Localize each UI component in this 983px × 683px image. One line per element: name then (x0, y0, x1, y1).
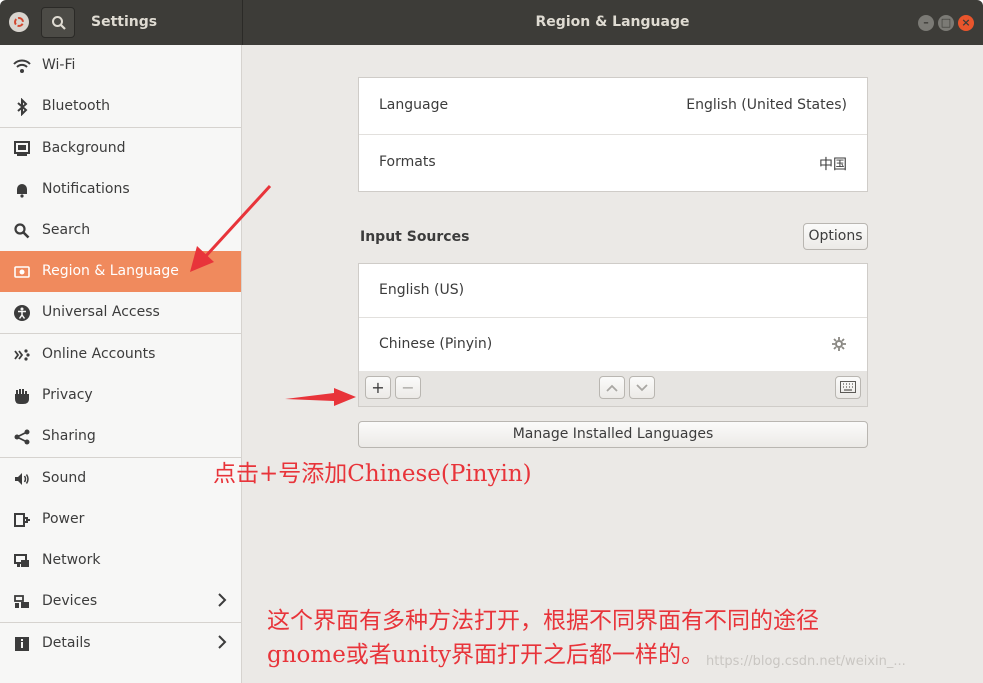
search-icon (52, 16, 66, 30)
sidebar-item-label: Background (42, 140, 126, 156)
sidebar-item-label: Universal Access (42, 304, 160, 320)
input-source-label: English (US) (379, 282, 465, 298)
sidebar-item-label: Region & Language (42, 263, 179, 279)
close-icon[interactable]: × (958, 15, 974, 31)
sidebar-item-privacy[interactable]: Privacy (0, 375, 241, 416)
bluetooth-icon (17, 98, 28, 116)
sidebar-item-search[interactable]: Search (0, 210, 241, 251)
search-icon (14, 223, 30, 239)
sidebar-item-region-language[interactable]: Region & Language (0, 251, 241, 292)
sidebar-item-label: Devices (42, 593, 98, 609)
annotation-note-add: 点击+号添加Chinese(Pinyin) (213, 461, 532, 487)
input-sources-title: Input Sources (360, 229, 470, 245)
keyboard-layout-button[interactable] (835, 376, 861, 399)
sidebar-item-label: Search (42, 222, 91, 238)
sidebar-item-online-accounts[interactable]: Online Accounts (0, 334, 241, 375)
accounts-icon (14, 349, 30, 361)
speaker-icon (15, 473, 29, 485)
gear-icon[interactable] (831, 336, 847, 352)
background-icon (14, 141, 30, 156)
panel-title: Region & Language (535, 14, 690, 30)
sidebar-item-bluetooth[interactable]: Bluetooth (0, 86, 241, 127)
list-item[interactable]: Chinese (Pinyin) (359, 318, 867, 372)
sidebar-item-label: Power (42, 511, 85, 527)
keyboard-icon (840, 381, 856, 393)
accessibility-icon (14, 305, 30, 321)
sidebar: Wi-Fi Bluetooth Background Notifications… (0, 45, 242, 683)
settings-app-icon (9, 12, 29, 32)
chevron-down-icon (636, 384, 648, 392)
sidebar-item-devices[interactable]: Devices (0, 581, 241, 622)
info-icon (15, 637, 29, 651)
sidebar-item-wifi[interactable]: Wi-Fi (0, 45, 241, 86)
minimize-icon[interactable]: – (918, 15, 934, 31)
main-content: Language English (United States) Formats… (242, 45, 983, 683)
power-icon (14, 513, 30, 527)
sidebar-item-notifications[interactable]: Notifications (0, 169, 241, 210)
sidebar-item-label: Bluetooth (42, 98, 110, 114)
share-icon (14, 429, 30, 445)
remove-input-source-button[interactable]: − (395, 376, 421, 399)
sidebar-item-sharing[interactable]: Sharing (0, 416, 241, 457)
sidebar-item-label: Network (42, 552, 101, 568)
chevron-up-icon (606, 384, 618, 392)
formats-label: Formats (379, 154, 436, 170)
formats-row[interactable]: Formats 中国 (359, 135, 867, 191)
sidebar-item-power[interactable]: Power (0, 499, 241, 540)
sidebar-item-network[interactable]: Network (0, 540, 241, 581)
titlebar-left: Settings (0, 0, 243, 45)
titlebar: Settings Region & Language – □ × (0, 0, 983, 45)
manage-installed-languages-button[interactable]: Manage Installed Languages (358, 421, 868, 448)
annotation-line: 这个界面有多种方法打开，根据不同界面有不同的途径 (267, 608, 819, 634)
sidebar-item-sound[interactable]: Sound (0, 458, 241, 499)
list-item[interactable]: English (US) (359, 264, 867, 318)
app-title: Settings (91, 14, 158, 30)
formats-value: 中国 (819, 157, 847, 173)
options-button[interactable]: Options (803, 223, 868, 250)
chevron-right-icon (218, 635, 227, 649)
language-label: Language (379, 97, 449, 113)
language-value: English (United States) (686, 97, 847, 113)
sidebar-item-label: Privacy (42, 387, 93, 403)
sidebar-item-details[interactable]: Details (0, 623, 241, 664)
sidebar-item-label: Sharing (42, 428, 96, 444)
sidebar-item-background[interactable]: Background (0, 128, 241, 169)
sidebar-item-label: Details (42, 635, 91, 651)
move-up-button[interactable] (599, 376, 625, 399)
sidebar-item-label: Wi-Fi (42, 57, 76, 73)
input-sources-toolbar: + − (358, 371, 868, 407)
flag-icon (14, 266, 30, 278)
bell-icon (17, 184, 27, 198)
search-toggle-button[interactable] (41, 7, 75, 38)
add-input-source-button[interactable]: + (365, 376, 391, 399)
network-icon (14, 554, 29, 567)
hand-icon (15, 389, 29, 404)
language-formats-panel: Language English (United States) Formats… (358, 77, 868, 192)
watermark: https://blog.csdn.net/weixin_... (706, 654, 906, 669)
settings-window: Settings Region & Language – □ × Wi-Fi B… (0, 0, 983, 683)
sidebar-item-universal-access[interactable]: Universal Access (0, 292, 241, 333)
devices-icon (14, 595, 29, 608)
input-sources-list: English (US) Chinese (Pinyin) (358, 263, 868, 372)
chevron-right-icon (218, 593, 227, 607)
sidebar-item-label: Online Accounts (42, 346, 156, 362)
wifi-icon (13, 59, 31, 73)
sidebar-item-label: Notifications (42, 181, 130, 197)
language-row[interactable]: Language English (United States) (359, 78, 867, 134)
input-source-label: Chinese (Pinyin) (379, 336, 493, 352)
move-down-button[interactable] (629, 376, 655, 399)
maximize-icon[interactable]: □ (938, 15, 954, 31)
sidebar-item-label: Sound (42, 470, 87, 486)
